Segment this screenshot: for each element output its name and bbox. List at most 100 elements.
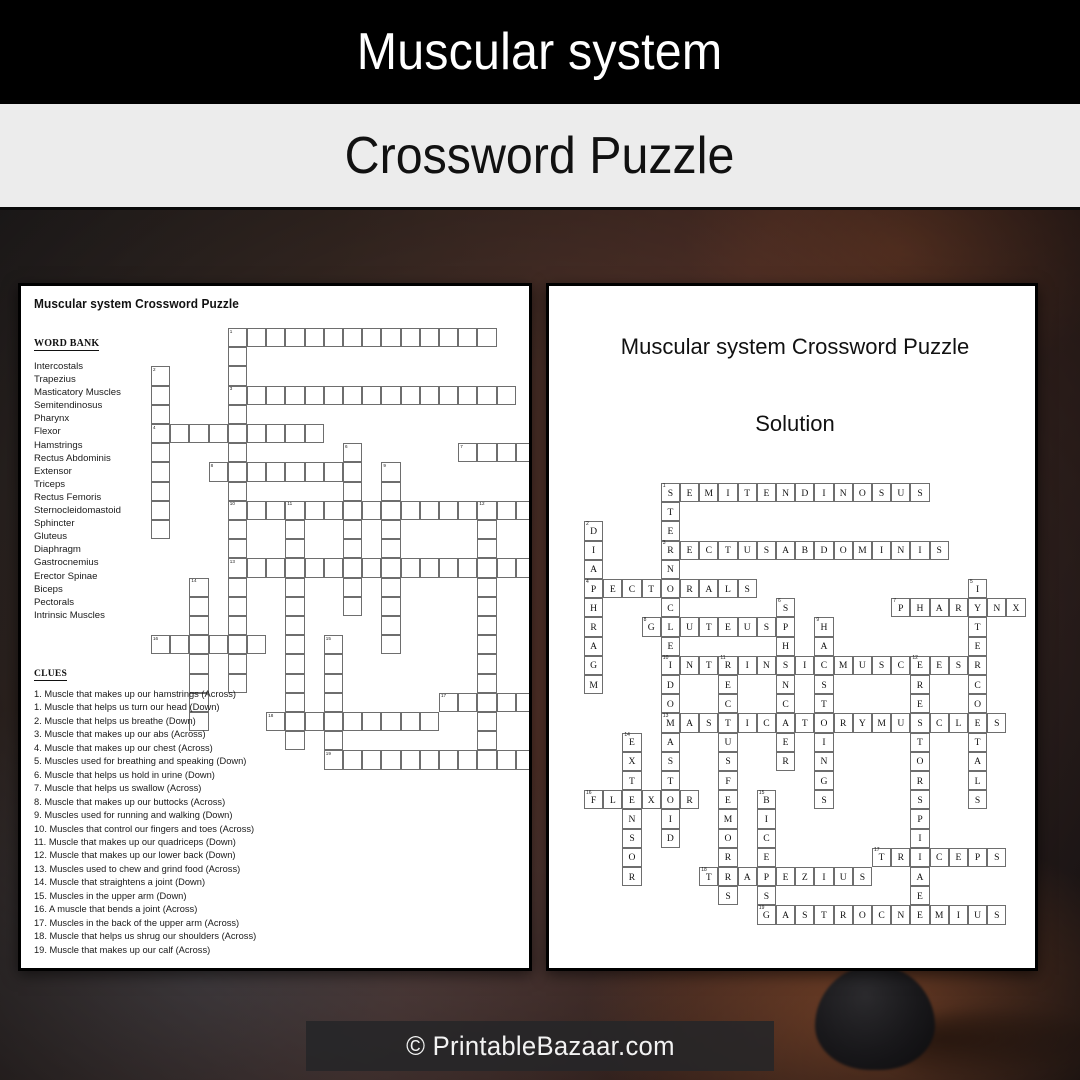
- crossword-cell[interactable]: [285, 462, 305, 482]
- crossword-cell[interactable]: E: [948, 847, 968, 867]
- crossword-cell[interactable]: I: [910, 540, 930, 560]
- crossword-cell[interactable]: I: [660, 809, 680, 829]
- crossword-cell[interactable]: [227, 462, 247, 482]
- crossword-cell[interactable]: S: [872, 655, 892, 675]
- crossword-cell[interactable]: [400, 500, 420, 520]
- crossword-cell[interactable]: F: [718, 771, 738, 791]
- crossword-cell[interactable]: [439, 385, 459, 405]
- crossword-cell[interactable]: S: [699, 713, 719, 733]
- crossword-cell[interactable]: R: [718, 867, 738, 887]
- crossword-cell[interactable]: [400, 328, 420, 348]
- crossword-cell[interactable]: [419, 328, 439, 348]
- crossword-cell[interactable]: E: [776, 732, 796, 752]
- crossword-cell[interactable]: [285, 385, 305, 405]
- crossword-cell[interactable]: 13 M: [660, 713, 680, 733]
- crossword-cell[interactable]: R: [910, 675, 930, 695]
- crossword-cell[interactable]: 7P: [891, 598, 911, 618]
- crossword-cell[interactable]: [477, 443, 497, 463]
- crossword-cell[interactable]: A: [660, 732, 680, 752]
- crossword-cell[interactable]: E: [929, 655, 949, 675]
- crossword-cell[interactable]: [343, 481, 363, 501]
- crossword-cell[interactable]: T: [910, 732, 930, 752]
- crossword-cell[interactable]: E: [660, 521, 680, 541]
- crossword-cell[interactable]: C: [776, 694, 796, 714]
- crossword-cell[interactable]: E: [718, 790, 738, 810]
- crossword-cell[interactable]: 1: [227, 328, 247, 348]
- crossword-cell[interactable]: 1S: [660, 483, 680, 503]
- crossword-cell[interactable]: [439, 328, 459, 348]
- crossword-cell[interactable]: E: [603, 579, 623, 599]
- crossword-cell[interactable]: N: [891, 905, 911, 925]
- crossword-cell[interactable]: S: [910, 713, 930, 733]
- crossword-cell[interactable]: X: [622, 751, 642, 771]
- crossword-cell[interactable]: [227, 424, 247, 444]
- crossword-cell[interactable]: C: [968, 675, 988, 695]
- crossword-cell[interactable]: L: [603, 790, 623, 810]
- crossword-cell[interactable]: [170, 424, 190, 444]
- crossword-cell[interactable]: [285, 616, 305, 636]
- crossword-cell[interactable]: I: [584, 540, 604, 560]
- crossword-cell[interactable]: I: [814, 483, 834, 503]
- crossword-cell[interactable]: 2D: [584, 521, 604, 541]
- crossword-cell[interactable]: T: [622, 771, 642, 791]
- crossword-cell[interactable]: E: [622, 790, 642, 810]
- crossword-cell[interactable]: O: [968, 694, 988, 714]
- crossword-cell[interactable]: [477, 385, 497, 405]
- crossword-cell[interactable]: U: [737, 617, 757, 637]
- crossword-cell[interactable]: [285, 596, 305, 616]
- crossword-cell[interactable]: U: [680, 617, 700, 637]
- crossword-cell[interactable]: E: [680, 483, 700, 503]
- crossword-cell[interactable]: [285, 328, 305, 348]
- crossword-cell[interactable]: M: [584, 675, 604, 695]
- crossword-cell[interactable]: [477, 596, 497, 616]
- crossword-cell[interactable]: I: [814, 732, 834, 752]
- crossword-cell[interactable]: T: [660, 502, 680, 522]
- crossword-cell[interactable]: S: [987, 713, 1007, 733]
- crossword-cell[interactable]: [381, 328, 401, 348]
- crossword-cell[interactable]: [189, 635, 209, 655]
- crossword-cell[interactable]: [458, 500, 478, 520]
- crossword-cell[interactable]: E: [910, 694, 930, 714]
- crossword-cell[interactable]: [323, 328, 343, 348]
- crossword-cell[interactable]: [362, 558, 382, 578]
- crossword-cell[interactable]: G: [814, 771, 834, 791]
- crossword-cell[interactable]: X: [641, 790, 661, 810]
- crossword-cell[interactable]: U: [737, 540, 757, 560]
- crossword-cell[interactable]: T: [814, 905, 834, 925]
- crossword-cell[interactable]: [477, 328, 497, 348]
- crossword-cell[interactable]: P: [968, 847, 988, 867]
- crossword-cell[interactable]: 8G: [641, 617, 661, 637]
- crossword-cell[interactable]: S: [776, 655, 796, 675]
- crossword-cell[interactable]: [323, 654, 343, 674]
- crossword-cell[interactable]: 8: [208, 462, 228, 482]
- crossword-cell[interactable]: I: [795, 655, 815, 675]
- crossword-cell[interactable]: [304, 328, 324, 348]
- crossword-cell[interactable]: T: [737, 483, 757, 503]
- crossword-cell[interactable]: N: [680, 655, 700, 675]
- crossword-cell[interactable]: P: [776, 617, 796, 637]
- crossword-cell[interactable]: S: [756, 617, 776, 637]
- crossword-cell[interactable]: [227, 596, 247, 616]
- crossword-cell[interactable]: [189, 654, 209, 674]
- crossword-cell[interactable]: [458, 328, 478, 348]
- crossword-cell[interactable]: [362, 385, 382, 405]
- crossword-cell[interactable]: 5I: [968, 579, 988, 599]
- crossword-cell[interactable]: [285, 654, 305, 674]
- crossword-cell[interactable]: [515, 558, 529, 578]
- crossword-cell[interactable]: [285, 424, 305, 444]
- crossword-cell[interactable]: R: [622, 867, 642, 887]
- crossword-cell[interactable]: E: [680, 540, 700, 560]
- crossword-cell[interactable]: N: [776, 483, 796, 503]
- crossword-cell[interactable]: O: [660, 790, 680, 810]
- crossword-cell[interactable]: [381, 577, 401, 597]
- crossword-cell[interactable]: [477, 654, 497, 674]
- crossword-cell[interactable]: D: [660, 675, 680, 695]
- crossword-cell[interactable]: 11 R: [718, 655, 738, 675]
- crossword-cell[interactable]: [381, 558, 401, 578]
- crossword-cell[interactable]: [227, 654, 247, 674]
- crossword-cell[interactable]: [381, 520, 401, 540]
- crossword-cell[interactable]: T: [641, 579, 661, 599]
- crossword-cell[interactable]: R: [718, 847, 738, 867]
- crossword-cell[interactable]: L: [718, 579, 738, 599]
- crossword-cell[interactable]: I: [737, 713, 757, 733]
